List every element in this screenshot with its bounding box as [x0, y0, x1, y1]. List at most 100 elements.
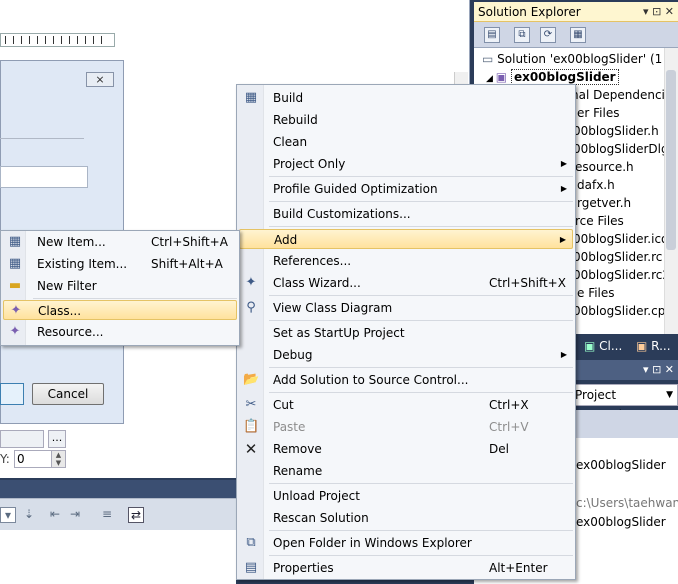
- view-icon[interactable]: ▦: [570, 27, 586, 43]
- submenu-arrow-icon: ▶: [560, 184, 567, 193]
- chevron-down-icon: ▼: [666, 390, 673, 400]
- menu-item-rescan-solution[interactable]: Rescan Solution: [239, 508, 573, 528]
- dialog-edit-control[interactable]: [0, 166, 88, 188]
- menu-separator: [269, 483, 573, 484]
- menu-item-build[interactable]: ▦ Build: [239, 88, 573, 108]
- menu-separator: [269, 201, 573, 202]
- solution-scrollbar-thumb[interactable]: [666, 70, 676, 250]
- property-value[interactable]: ex00blogSlider: [576, 513, 666, 531]
- menu-item-add-solution-source-control[interactable]: 📂 Add Solution to Source Control...: [239, 370, 573, 390]
- tree-item-solution[interactable]: ▭ Solution 'ex00blogSlider' (1 p: [482, 50, 674, 68]
- submenu-arrow-icon: ▶: [560, 159, 567, 168]
- tree-item[interactable]: 00blogSlider.cpp: [573, 302, 673, 320]
- new-item-icon: ▦: [8, 234, 22, 249]
- remove-x-icon: ✕: [244, 440, 258, 458]
- browse-button[interactable]: ...: [48, 430, 66, 448]
- menu-item-cut[interactable]: ✂ Cut Ctrl+X: [239, 395, 573, 415]
- menu-item-rename[interactable]: Rename: [239, 461, 573, 481]
- menu-item-paste[interactable]: 📋 Paste Ctrl+V: [239, 417, 573, 437]
- menu-separator: [269, 530, 573, 531]
- menu-item-class-wizard[interactable]: ✦ Class Wizard... Ctrl+Shift+X: [239, 273, 573, 293]
- class-icon: ✦: [10, 303, 22, 318]
- dialog-cancel-button[interactable]: Cancel: [32, 383, 104, 405]
- existing-item-icon: ▦: [8, 256, 22, 271]
- refresh-icon[interactable]: ⟳: [540, 27, 556, 43]
- dialog-close-button[interactable]: ⨯: [86, 72, 114, 87]
- pane-buttons-icon[interactable]: ▾ ⊡ ✕: [643, 2, 674, 22]
- menu-item-view-class-diagram[interactable]: ⚲ View Class Diagram: [239, 298, 573, 318]
- paste-icon: 📋: [243, 419, 260, 434]
- menu-item-properties[interactable]: ▤ Properties Alt+Enter: [239, 558, 573, 578]
- y-spinner[interactable]: 0 ▲ ▼: [14, 450, 66, 468]
- properties-icon[interactable]: ▤: [484, 27, 500, 43]
- folder-add-icon: 📂: [243, 372, 260, 387]
- y-label: Y:: [0, 452, 10, 466]
- menu-item-project-only[interactable]: Project Only ▶: [239, 154, 573, 174]
- bottom-toolbar: ▾ ⇣ ⇤ ⇥ ≡ ⇄: [0, 498, 236, 530]
- resource-view-icon: ▣: [636, 339, 652, 353]
- submenu-item-resource[interactable]: ✦ Resource...: [3, 322, 237, 342]
- pane-buttons-icon[interactable]: ▾ ⊡ ✕: [643, 360, 674, 380]
- menu-separator: [269, 392, 573, 393]
- dropdown-arrow-icon[interactable]: ▾: [0, 507, 16, 523]
- scissors-icon: ✂: [245, 397, 257, 412]
- menu-item-profile-guided-optimization[interactable]: Profile Guided Optimization ▶: [239, 179, 573, 199]
- spinner-arrows-icon[interactable]: ▲ ▼: [51, 451, 65, 467]
- tree-item[interactable]: nal Dependencies: [571, 86, 678, 104]
- menu-item-references[interactable]: References...: [239, 251, 573, 271]
- y-value: 0: [17, 452, 25, 466]
- menu-separator: [269, 555, 573, 556]
- menu-item-set-startup[interactable]: Set as StartUp Project: [239, 323, 573, 343]
- toolbar-icon-4[interactable]: ≡: [100, 507, 114, 521]
- tree-item[interactable]: 00blogSlider.h: [573, 122, 659, 140]
- submenu-item-existing-item[interactable]: ▦ Existing Item... Shift+Alt+A: [3, 254, 237, 274]
- submenu-arrow-icon: ▶: [560, 350, 567, 359]
- toolbar-icon-1[interactable]: ⇣: [22, 507, 36, 521]
- tab-class-view[interactable]: ▣ Cl...: [584, 338, 622, 354]
- menu-item-clean[interactable]: Clean: [239, 132, 573, 152]
- tree-item[interactable]: rgetver.h: [577, 194, 631, 212]
- menu-separator: [269, 226, 573, 227]
- resource-icon: ✦: [9, 324, 21, 339]
- tree-item[interactable]: 00blogSlider.rc: [573, 248, 662, 266]
- class-view-icon: ▣: [584, 339, 600, 353]
- tree-item[interactable]: esource.h: [575, 158, 634, 176]
- tree-item[interactable]: er Files: [577, 104, 619, 122]
- dialog-divider: [0, 138, 84, 139]
- menu-item-build-customizations[interactable]: Build Customizations...: [239, 204, 573, 224]
- tree-item[interactable]: e Files: [577, 284, 615, 302]
- submenu-item-class[interactable]: ✦ Class...: [3, 300, 237, 320]
- position-field[interactable]: [0, 430, 44, 448]
- submenu-arrow-icon: ▶: [559, 235, 566, 244]
- toolbar-icon-3[interactable]: ⇥: [68, 507, 82, 521]
- project-context-menu: ▦ Build Rebuild Clean Project Only ▶ Pro…: [236, 84, 576, 580]
- menu-item-rebuild[interactable]: Rebuild: [239, 110, 573, 130]
- class-diagram-icon: ⚲: [246, 300, 256, 315]
- menu-item-open-folder[interactable]: ⧉ Open Folder in Windows Explorer: [239, 533, 573, 553]
- menu-separator: [269, 176, 573, 177]
- toolbar-icon-5[interactable]: ⇄: [128, 507, 144, 523]
- menu-item-remove[interactable]: ✕ Remove Del: [239, 439, 573, 459]
- menu-item-debug[interactable]: Debug ▶: [239, 345, 573, 365]
- submenu-item-new-item[interactable]: ▦ New Item... Ctrl+Shift+A: [3, 232, 237, 252]
- property-value[interactable]: c:\Users\taehwan\c: [576, 494, 678, 512]
- property-value[interactable]: ex00blogSlider: [576, 456, 666, 474]
- menu-item-unload-project[interactable]: Unload Project: [239, 486, 573, 506]
- menu-item-add[interactable]: Add ▶: [239, 229, 573, 249]
- submenu-item-new-filter[interactable]: ▬ New Filter: [3, 276, 237, 296]
- menu-separator: [269, 367, 573, 368]
- class-wizard-icon: ✦: [245, 275, 257, 290]
- tree-item[interactable]: 00blogSlider.rc2: [573, 266, 670, 284]
- tree-item[interactable]: 00blogSlider.ico: [573, 230, 668, 248]
- bottom-panel: [0, 530, 236, 584]
- solution-explorer-title: Solution Explorer ▾ ⊡ ✕: [474, 2, 678, 22]
- dialog-ok-button[interactable]: [0, 383, 24, 405]
- tree-item[interactable]: dafx.h: [577, 176, 615, 194]
- tab-resource-view[interactable]: ▣ R...: [636, 338, 671, 354]
- show-files-icon[interactable]: ⧉: [514, 27, 530, 43]
- tree-item[interactable]: 00blogSliderDlg.: [573, 140, 672, 158]
- menu-separator: [269, 295, 573, 296]
- properties-icon: ▤: [244, 560, 258, 575]
- tree-item[interactable]: rce Files: [575, 212, 624, 230]
- toolbar-icon-2[interactable]: ⇤: [48, 507, 62, 521]
